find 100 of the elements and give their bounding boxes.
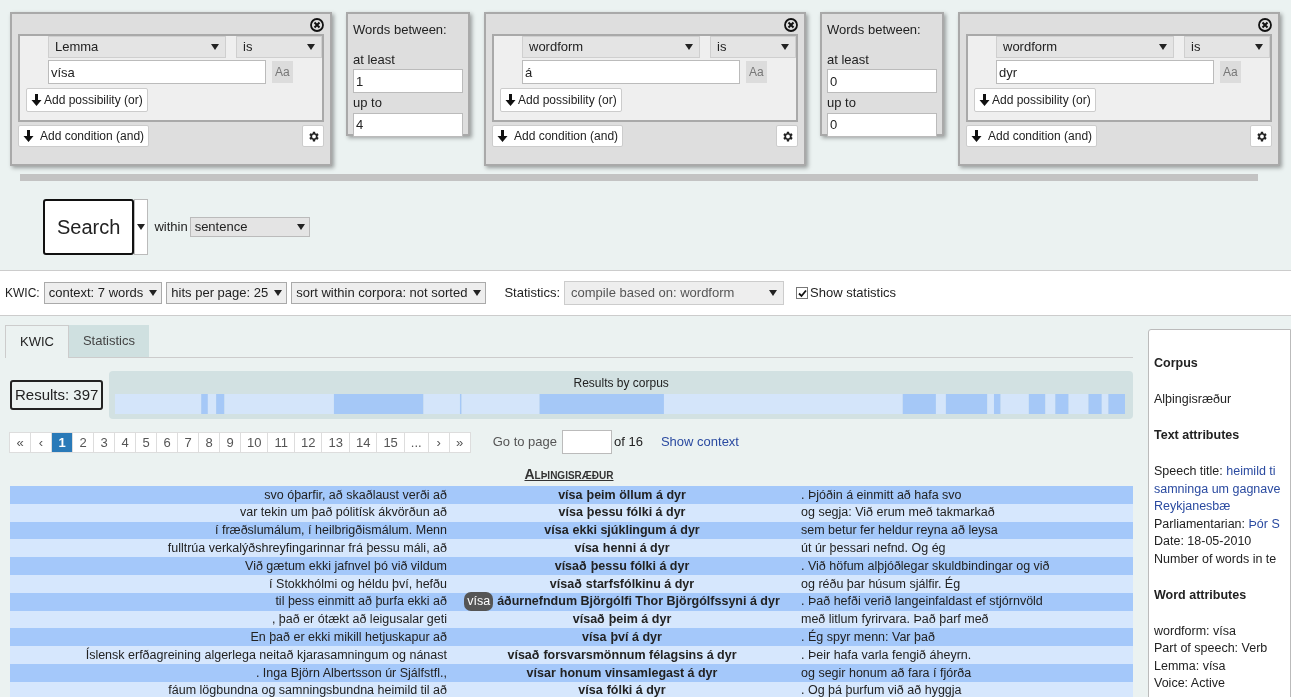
option-select[interactable]: sort within corpora: not sorted (291, 282, 487, 304)
match-word: vísað (572, 611, 605, 629)
match-word: vísað (549, 575, 582, 593)
page-button[interactable]: 11 (267, 431, 295, 453)
page-button[interactable]: 5 (135, 431, 157, 453)
min-field[interactable]: 0 (827, 69, 937, 93)
operator-select[interactable]: is (710, 36, 796, 58)
option-select[interactable]: context: 7 words (43, 282, 163, 304)
add-condition-button[interactable]: Add condition (and) (966, 125, 1098, 147)
close-icon[interactable] (784, 18, 798, 32)
settings-button[interactable] (776, 125, 798, 147)
match-word: vísa (578, 682, 603, 697)
tab[interactable]: KWIC (5, 325, 69, 358)
match-word: vísa (544, 522, 569, 540)
caret-icon (211, 44, 219, 50)
right-context: . Þjóðin á einmitt að hafa svo (800, 486, 962, 504)
result-row[interactable]: Við gætum ekki jafnvel þó við vildum vísað þessu fólki á dyr . Við höfum alþjóðlegar skuldbindingar og við (10, 557, 1133, 575)
attribute-text: Speech title: (1154, 464, 1224, 478)
settings-button[interactable] (1250, 125, 1272, 147)
goto-page-label: Go to page (492, 433, 557, 452)
tab[interactable]: Statistics (68, 325, 149, 357)
result-row[interactable]: fulltrúa verkalýðshreyfingarinnar frá þessu máli, að vísa henni á dyr út úr þessari nefnd. Og ég (10, 539, 1133, 558)
caret-icon (769, 290, 778, 296)
attribute-select[interactable]: wordform (522, 36, 700, 58)
attribute-text: Number of words in te (1154, 551, 1277, 566)
statistics-label: Statistics: (504, 284, 561, 303)
add-condition-button[interactable]: Add condition (and) (492, 125, 624, 147)
add-possibility-button[interactable]: Add possibility (or) (500, 88, 622, 112)
goto-page-field[interactable] (562, 430, 612, 454)
attribute-link[interactable]: samninga um gagnave (1154, 481, 1281, 496)
page-count: of 16 (614, 433, 643, 452)
add-possibility-button[interactable]: Add possibility (or) (26, 88, 148, 112)
page-button[interactable]: 6 (156, 431, 178, 453)
max-field[interactable]: 0 (827, 112, 937, 137)
show-statistics-checkbox[interactable] (796, 287, 809, 299)
section-heading: Word attributes (1154, 587, 1248, 604)
statistics-select[interactable]: compile based on: wordform (564, 281, 785, 305)
add-condition-button[interactable]: Add condition (and) (18, 125, 150, 147)
attribute-select[interactable]: wordform (996, 36, 1174, 58)
attribute-text: Alþingisræður (1154, 391, 1232, 406)
value-field[interactable]: vísa (48, 60, 266, 84)
left-context: . Inga Björn Albertsson úr Sjálfstfl., (254, 664, 447, 682)
add-possibility-button[interactable]: Add possibility (or) (974, 88, 1096, 112)
result-row[interactable]: svo óþarfir, að skaðlaust verði að vísa þeim öllum á dyr . Þjóðin á einmitt að hafa svo (10, 486, 1133, 504)
page-button[interactable]: 1 (51, 431, 73, 453)
results-count: Results: 397 (10, 380, 104, 410)
close-icon[interactable] (1258, 18, 1272, 32)
page-button[interactable]: 7 (177, 431, 199, 453)
result-row[interactable]: Íslensk erfðagreining algerlega neitað kjarasamningum og nánast vísað forsvarsmönnum félagsins á dyr . Þeir hafa varla fengið áheyrn. (10, 646, 1133, 664)
caret-icon (685, 44, 693, 50)
left-context: fáum lögbundna og samningsbundna heimild til að (167, 682, 447, 697)
operator-select[interactable]: is (236, 36, 322, 58)
within-label: within (154, 218, 188, 237)
match-word: vísa (582, 628, 607, 646)
right-context: og segir honum að fara í fjórða (800, 664, 972, 682)
value-field[interactable]: á (522, 60, 740, 84)
page-button[interactable]: 9 (219, 431, 241, 453)
left-context: í fræðslumálum, í heilbrigðismálum. Menn (213, 522, 447, 540)
page-button[interactable]: » (448, 431, 471, 453)
page-button[interactable]: 10 (240, 431, 269, 453)
option-select[interactable]: hits per page: 25 (166, 282, 288, 304)
search-button[interactable]: Search (43, 199, 135, 255)
left-context: , það er ótækt að leigusalar geti (270, 611, 447, 629)
search-dropdown-button[interactable] (134, 199, 149, 255)
attribute-link[interactable]: heimild ti (1226, 464, 1276, 478)
page-button[interactable]: ‹ (30, 431, 52, 453)
section-heading: Corpus (1154, 355, 1199, 372)
settings-button[interactable] (302, 125, 324, 147)
operator-select[interactable]: is (1184, 36, 1270, 58)
caret-icon (473, 290, 482, 296)
attribute-text: Parliamentarian: (1154, 516, 1246, 531)
attribute-text: Voice: Active (1154, 676, 1225, 691)
kwic-label: KWIC: (5, 285, 40, 302)
match-rest: ekki sjúklingum á dyr (572, 522, 700, 540)
result-row[interactable]: En það er ekki mikill hetjuskapur að vísa því á dyr . Ég spyr menn: Var það (10, 628, 1133, 647)
show-context-link[interactable]: Show context (660, 432, 739, 452)
page-button[interactable]: 8 (198, 431, 220, 453)
page-button[interactable]: 3 (93, 431, 115, 453)
close-icon[interactable] (310, 18, 324, 32)
attribute-link[interactable]: Reykjanesbæ (1154, 499, 1231, 513)
min-label: at least (827, 50, 870, 69)
caret-icon (1255, 44, 1263, 50)
attribute-text: Lemma: vísa (1154, 658, 1226, 673)
value-field[interactable]: dyr (996, 60, 1214, 84)
page-button[interactable]: 2 (72, 431, 94, 453)
page-button[interactable]: ... (403, 431, 429, 453)
scrollbar[interactable] (20, 174, 1258, 181)
attribute-link[interactable]: Þór S (1248, 516, 1280, 531)
page-button[interactable]: 4 (114, 431, 136, 453)
page-button[interactable]: › (427, 431, 450, 453)
caret-icon (149, 290, 158, 296)
page-button[interactable]: 13 (321, 431, 350, 453)
attribute-select[interactable]: Lemma (48, 36, 226, 58)
page-button[interactable]: 15 (376, 431, 405, 453)
within-select[interactable]: sentence (189, 217, 310, 237)
max-field[interactable]: 4 (353, 112, 463, 137)
min-field[interactable]: 1 (353, 69, 463, 93)
match-word: vísa (464, 592, 494, 612)
page-button[interactable]: « (9, 431, 31, 453)
min-label: at least (353, 50, 396, 69)
